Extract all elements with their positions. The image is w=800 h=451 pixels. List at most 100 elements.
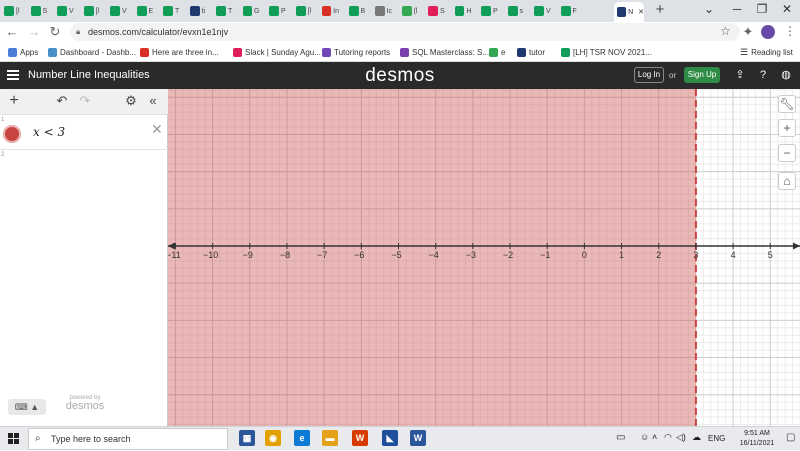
home-zoom-icon[interactable]: ⌂: [778, 172, 796, 190]
bookmark-item[interactable]: Dashboard - Dashb...: [48, 45, 136, 59]
bookmark-item[interactable]: SQL Masterclass: S...: [400, 45, 489, 59]
expression-color-swatch-icon[interactable]: [3, 125, 21, 143]
browser-menu-icon[interactable]: ⋮: [784, 24, 796, 38]
browser-tab[interactable]: V: [57, 3, 74, 19]
graph-title[interactable]: Number Line Inequalities: [28, 62, 150, 89]
slack-icon: [233, 47, 242, 57]
login-button[interactable]: Log In: [634, 67, 664, 83]
browser-tab[interactable]: [l: [83, 3, 101, 19]
browser-tab[interactable]: T: [216, 3, 233, 19]
word-icon[interactable]: W: [410, 430, 426, 446]
browser-tab[interactable]: ti: [189, 3, 207, 19]
expression-toolbar: + ↶ ↷ ⚙ «: [0, 89, 168, 115]
reading-list-button[interactable]: ☰ Reading list: [740, 45, 793, 59]
tab-label: V: [546, 7, 551, 15]
tab-active-desmos[interactable]: N ✕: [614, 2, 644, 22]
bookmark-item[interactable]: [LH] TSR NOV 2021...: [561, 45, 652, 59]
browser-tab[interactable]: [l: [295, 3, 313, 19]
windows-taskbar: ⌕ Type here to search ▦ ◉ e ▬ W ◣ W ▭ ☺ ˄ ◠ ◁)…: [0, 426, 800, 450]
bookmark-item[interactable]: Slack | Sunday Agu...: [233, 45, 321, 59]
profile-avatar[interactable]: [761, 25, 775, 39]
forms-icon: [322, 47, 331, 57]
hamburger-menu-icon[interactable]: [7, 68, 19, 82]
show-hidden-icons-icon[interactable]: ˄: [652, 432, 657, 442]
edge-icon[interactable]: e: [294, 430, 310, 446]
notifications-icon[interactable]: ▢: [786, 432, 795, 443]
browser-tab[interactable]: P: [269, 3, 286, 19]
browser-tab[interactable]: S: [30, 3, 48, 19]
forward-arrow-icon[interactable]: →: [27, 24, 41, 40]
bookmark-item[interactable]: Apps: [8, 45, 38, 59]
settings-gear-icon[interactable]: ⚙: [124, 94, 138, 108]
back-arrow-icon[interactable]: ←: [5, 24, 19, 40]
x-tick-label: −4: [429, 250, 439, 260]
browser-tab[interactable]: V: [110, 3, 127, 19]
bookmark-star-icon[interactable]: ☆: [720, 24, 731, 38]
browser-tab[interactable]: (l: [401, 3, 419, 19]
onedrive-icon[interactable]: ☁: [692, 432, 701, 443]
browser-tab[interactable]: H: [454, 3, 472, 19]
browser-tab[interactable]: G: [242, 3, 260, 19]
minimize-button[interactable]: ─: [730, 2, 744, 16]
browser-tab[interactable]: T: [163, 3, 180, 19]
browser-tab[interactable]: V: [534, 3, 551, 19]
wps-icon[interactable]: W: [352, 430, 368, 446]
new-tab-button[interactable]: +: [652, 2, 668, 18]
calculator-icon[interactable]: ▦: [239, 430, 255, 446]
help-icon[interactable]: ?: [756, 68, 770, 82]
zoom-out-icon[interactable]: −: [778, 144, 796, 162]
browser-tab[interactable]: F: [560, 3, 578, 19]
sql-icon: [400, 47, 409, 57]
bookmark-item[interactable]: tutor: [517, 45, 545, 59]
expression-input[interactable]: x < 3: [33, 125, 65, 139]
close-window-button[interactable]: ✕: [780, 2, 794, 16]
bookmark-item[interactable]: Here are three in...: [140, 45, 219, 59]
zoom-in-icon[interactable]: +: [778, 119, 796, 137]
graph-svg[interactable]: −11 −10 −9 −8 −7 −6 −5 −4 −3 −2 −1 0 1 2 3 4 5: [168, 89, 800, 426]
wifi-icon[interactable]: ◠: [664, 432, 672, 443]
undo-icon[interactable]: ↶: [55, 94, 69, 108]
tab-label: S: [440, 7, 445, 15]
bookmark-item[interactable]: e: [489, 45, 505, 59]
browser-tab[interactable]: S: [428, 3, 445, 19]
powered-by-desmos[interactable]: powered by desmos: [60, 395, 110, 412]
chrome-icon[interactable]: ◉: [265, 430, 281, 446]
taskbar-search-input[interactable]: ⌕ Type here to search: [28, 428, 228, 450]
browser-tab[interactable]: [l: [4, 3, 21, 19]
expression-row[interactable]: 1 x < 3 ✕: [0, 115, 168, 150]
graph-settings-wrench-icon[interactable]: 🔧︎: [778, 95, 796, 113]
restore-button[interactable]: ❐: [755, 2, 769, 16]
language-globe-icon[interactable]: ◍: [779, 68, 793, 82]
collapse-panel-icon[interactable]: «: [146, 94, 160, 108]
reload-icon[interactable]: ↻: [48, 24, 62, 40]
redo-icon[interactable]: ↷: [78, 94, 92, 108]
bookmark-label: Slack | Sunday Agu...: [245, 47, 321, 57]
share-icon[interactable]: ⇪: [733, 68, 747, 82]
add-item-icon[interactable]: +: [7, 93, 21, 109]
browser-tab[interactable]: s: [507, 3, 525, 19]
battery-icon[interactable]: ▭: [616, 432, 625, 443]
file-explorer-icon[interactable]: ▬: [322, 430, 338, 446]
browser-tab[interactable]: B: [348, 3, 366, 19]
url-input[interactable]: 🔒︎ desmos.com/calculator/evxn1e1njv: [70, 23, 740, 41]
browser-tab[interactable]: Ic: [375, 3, 392, 19]
browser-tab[interactable]: E: [136, 3, 154, 19]
delete-expression-icon[interactable]: ✕: [151, 121, 163, 138]
language-indicator[interactable]: ENG: [708, 434, 725, 443]
bookmark-item[interactable]: Tutoring reports: [322, 45, 390, 59]
keyboard-toggle-button[interactable]: ⌨ ▲: [8, 399, 46, 415]
browser-tab[interactable]: P: [481, 3, 498, 19]
expression-row-empty[interactable]: 2: [0, 150, 168, 180]
close-tab-icon[interactable]: ✕: [638, 8, 644, 16]
signup-button[interactable]: Sign Up: [684, 67, 720, 83]
photos-icon[interactable]: ◣: [382, 430, 398, 446]
windows-start-icon[interactable]: [8, 433, 20, 445]
taskbar-clock[interactable]: 9:51 AM 16/11/2021: [730, 429, 784, 449]
browser-tab[interactable]: In: [322, 3, 339, 19]
tab-search-button[interactable]: ⌄: [702, 2, 716, 16]
extensions-icon[interactable]: ✦: [741, 24, 755, 40]
graph-canvas[interactable]: −11 −10 −9 −8 −7 −6 −5 −4 −3 −2 −1 0 1 2 3 4 5 🔧︎ + − ⌂: [168, 89, 800, 426]
people-icon[interactable]: ☺: [640, 432, 649, 442]
globe-icon: [375, 6, 385, 16]
volume-icon[interactable]: ◁): [676, 432, 686, 443]
